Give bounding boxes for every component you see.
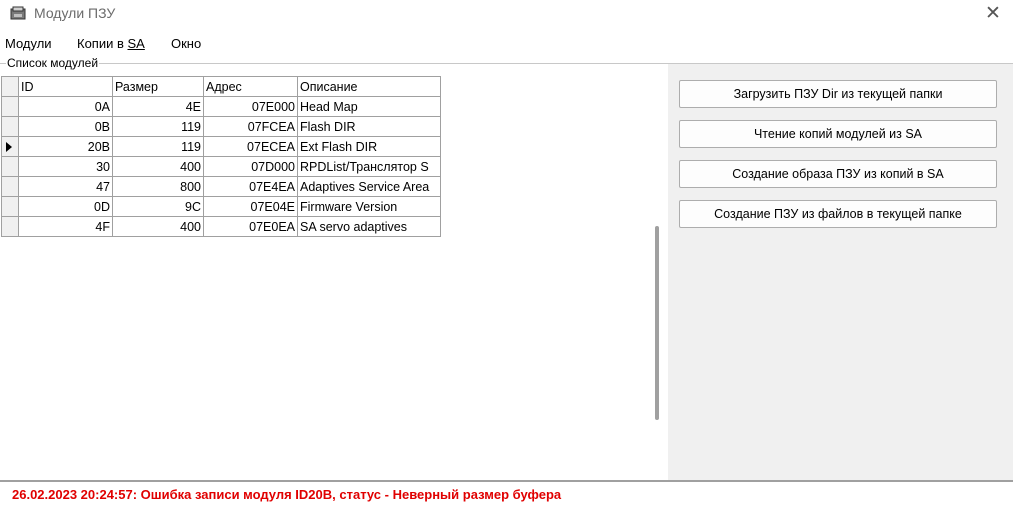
column-header-address[interactable]: Адрес bbox=[203, 76, 298, 97]
cell-id[interactable]: 47 bbox=[18, 176, 113, 197]
load-rom-dir-button[interactable]: Загрузить ПЗУ Dir из текущей папки bbox=[679, 80, 997, 108]
cell-description[interactable]: RPDList/Транслятор S bbox=[297, 156, 441, 177]
log-error-line: 26.02.2023 20:24:57: Ошибка записи модул… bbox=[12, 487, 562, 502]
cell-address[interactable]: 07D000 bbox=[203, 156, 298, 177]
cell-address[interactable]: 07E04E bbox=[203, 196, 298, 217]
cell-size[interactable]: 119 bbox=[112, 136, 204, 157]
cell-id[interactable]: 4F bbox=[18, 216, 113, 237]
column-header-size[interactable]: Размер bbox=[112, 76, 204, 97]
table-row[interactable]: 20B 119 07ECEA Ext Flash DIR bbox=[1, 136, 441, 157]
table-row[interactable]: 0B 119 07FCEA Flash DIR bbox=[1, 116, 441, 137]
cell-address[interactable]: 07E4EA bbox=[203, 176, 298, 197]
cell-size[interactable]: 800 bbox=[112, 176, 204, 197]
cell-description[interactable]: Ext Flash DIR bbox=[297, 136, 441, 157]
cell-id[interactable]: 0D bbox=[18, 196, 113, 217]
cell-description[interactable]: Adaptives Service Area bbox=[297, 176, 441, 197]
cell-size[interactable]: 119 bbox=[112, 116, 204, 137]
cell-description[interactable]: SA servo adaptives bbox=[297, 216, 441, 237]
row-selector-header bbox=[1, 76, 19, 97]
log-panel[interactable]: 26.02.2023 20:24:57: Ошибка записи модул… bbox=[0, 482, 1013, 532]
cell-description[interactable]: Head Map bbox=[297, 96, 441, 117]
current-row-arrow-icon bbox=[6, 142, 12, 152]
cell-address[interactable]: 07E000 bbox=[203, 96, 298, 117]
cell-size[interactable]: 400 bbox=[112, 216, 204, 237]
menu-bar: Модули Копии в SA Окно bbox=[0, 34, 1013, 54]
cell-id[interactable]: 0B bbox=[18, 116, 113, 137]
row-selector[interactable] bbox=[1, 196, 19, 217]
actions-panel: Загрузить ПЗУ Dir из текущей папки Чтени… bbox=[668, 64, 1013, 480]
table-row[interactable]: 4F 400 07E0EA SA servo adaptives bbox=[1, 216, 441, 237]
cell-size[interactable]: 9C bbox=[112, 196, 204, 217]
title-bar: Модули ПЗУ ✕ bbox=[0, 0, 1013, 30]
row-selector[interactable] bbox=[1, 96, 19, 117]
table-row[interactable]: 30 400 07D000 RPDList/Транслятор S bbox=[1, 156, 441, 177]
cell-address[interactable]: 07E0EA bbox=[203, 216, 298, 237]
row-selector[interactable] bbox=[1, 156, 19, 177]
table-header-row: ID Размер Адрес Описание bbox=[1, 76, 441, 97]
table-row[interactable]: 0D 9C 07E04E Firmware Version bbox=[1, 196, 441, 217]
drive-icon bbox=[10, 6, 26, 20]
cell-id[interactable]: 30 bbox=[18, 156, 113, 177]
cell-description[interactable]: Flash DIR bbox=[297, 116, 441, 137]
table-row[interactable]: 0A 4E 07E000 Head Map bbox=[1, 96, 441, 117]
close-icon[interactable]: ✕ bbox=[980, 2, 1006, 26]
column-header-description[interactable]: Описание bbox=[297, 76, 441, 97]
cell-description[interactable]: Firmware Version bbox=[297, 196, 441, 217]
create-rom-from-files-button[interactable]: Создание ПЗУ из файлов в текущей папке bbox=[679, 200, 997, 228]
menu-copies-sa-accel: SA bbox=[127, 36, 145, 51]
cell-size[interactable]: 4E bbox=[112, 96, 204, 117]
cell-id[interactable]: 20B bbox=[18, 136, 113, 157]
column-header-id[interactable]: ID bbox=[18, 76, 113, 97]
create-rom-image-button[interactable]: Создание образа ПЗУ из копий в SA bbox=[679, 160, 997, 188]
vertical-scrollbar[interactable] bbox=[655, 226, 659, 420]
read-sa-copies-button[interactable]: Чтение копий модулей из SA bbox=[679, 120, 997, 148]
cell-address[interactable]: 07FCEA bbox=[203, 116, 298, 137]
table-row[interactable]: 47 800 07E4EA Adaptives Service Area bbox=[1, 176, 441, 197]
menu-modules[interactable]: Модули bbox=[5, 36, 52, 51]
module-grid-pane[interactable]: ID Размер Адрес Описание 0A 4E 07E000 Head … bbox=[0, 74, 669, 480]
window-title: Модули ПЗУ bbox=[34, 5, 116, 21]
row-selector[interactable] bbox=[1, 116, 19, 137]
cell-size[interactable]: 400 bbox=[112, 156, 204, 177]
menu-window[interactable]: Окно bbox=[171, 36, 201, 51]
cell-id[interactable]: 0A bbox=[18, 96, 113, 117]
cell-address[interactable]: 07ECEA bbox=[203, 136, 298, 157]
group-label: Список модулей bbox=[6, 56, 100, 70]
row-selector[interactable] bbox=[1, 136, 19, 157]
row-selector[interactable] bbox=[1, 176, 19, 197]
menu-copies-sa[interactable]: Копии в SA bbox=[77, 36, 145, 51]
menu-copies-sa-label: Копии в bbox=[77, 36, 128, 51]
module-table[interactable]: ID Размер Адрес Описание 0A 4E 07E000 Head … bbox=[1, 76, 441, 237]
row-selector[interactable] bbox=[1, 216, 19, 237]
